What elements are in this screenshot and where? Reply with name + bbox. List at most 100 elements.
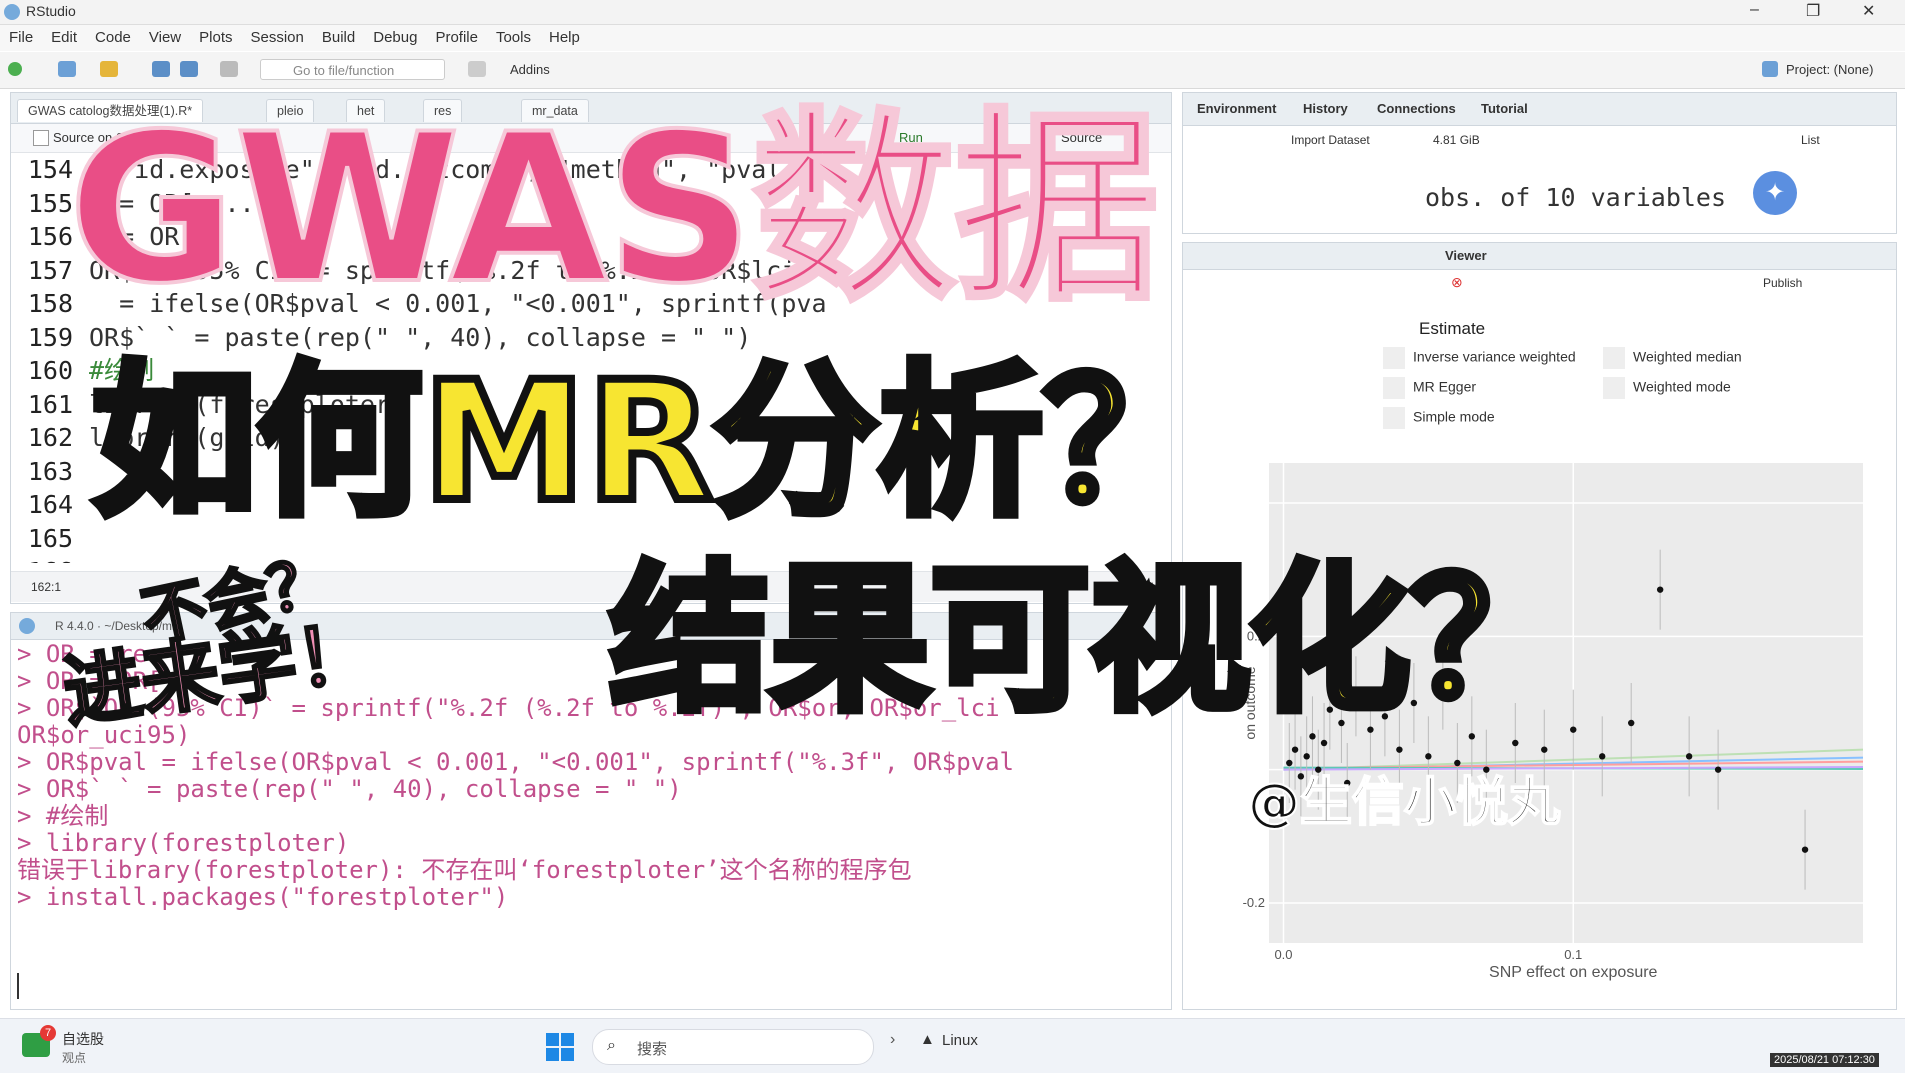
overlay-title: GWAS数据 (66, 91, 1161, 329)
clear-viewer-icon[interactable]: ⊗ (1451, 274, 1463, 291)
line-number: 164 (27, 490, 73, 519)
menu-edit[interactable]: Edit (42, 25, 86, 46)
legend-item: Simple mode (1383, 407, 1495, 429)
x-tick-label: 0.0 (1274, 947, 1292, 962)
menu-file[interactable]: File (0, 25, 42, 46)
tab-viewer[interactable]: Viewer (1445, 248, 1487, 263)
project-icon (1762, 61, 1778, 77)
environment-pane: Environment History Connections Tutorial… (1182, 92, 1897, 234)
code-line[interactable]: 166 (11, 555, 89, 563)
data-point (1396, 746, 1403, 753)
menu-build[interactable]: Build (313, 25, 364, 46)
publish-button[interactable]: Publish (1763, 276, 1802, 290)
new-project-icon[interactable] (58, 61, 76, 77)
menu-plots[interactable]: Plots (190, 25, 241, 46)
close-button[interactable]: ✕ (1862, 1, 1875, 21)
linux-label[interactable]: Linux (942, 1032, 978, 1049)
search-icon: ⌕ (607, 1037, 616, 1054)
data-point (1627, 719, 1635, 727)
rstudio-logo-icon (4, 4, 20, 20)
stock-app-sub: 观点 (62, 1051, 87, 1065)
taskbar-search[interactable]: ⌕ 搜索 (592, 1029, 874, 1065)
legend-label: Weighted median (1633, 348, 1742, 365)
console-line: > OR$pval = ifelse(OR$pval < 0.001, "<0.… (17, 748, 1014, 776)
main-toolbar: Go to file/function Addins Project: (Non… (0, 52, 1905, 89)
data-point (1599, 753, 1606, 760)
legend-item: Weighted mode (1603, 377, 1731, 399)
tab-environment[interactable]: Environment (1197, 101, 1276, 116)
stock-app-name[interactable]: 自选股 (62, 1029, 104, 1049)
new-file-icon[interactable] (8, 62, 22, 76)
legend-swatch (1603, 347, 1625, 369)
windows-start-icon[interactable] (546, 1033, 574, 1061)
linux-icon[interactable]: ▲ (920, 1031, 935, 1048)
open-file-icon[interactable] (100, 61, 118, 77)
legend-swatch (1383, 377, 1405, 399)
line-number: 156 (27, 222, 73, 251)
legend-item: Weighted median (1603, 347, 1742, 369)
overlay-question-1: 如何MR分析？ (88, 346, 1212, 538)
line-number: 159 (27, 322, 73, 352)
y-tick-label: -0.2 (1243, 895, 1265, 910)
menu-profile[interactable]: Profile (426, 25, 487, 46)
menu-help[interactable]: Help (540, 25, 589, 46)
import-dataset-button[interactable]: Import Dataset (1291, 133, 1370, 147)
overlay-watermark: @生信小悦丸 (1247, 772, 1561, 834)
print-icon[interactable] (220, 61, 238, 77)
menu-tools[interactable]: Tools (487, 25, 540, 46)
data-point (1714, 766, 1722, 773)
clock: 2025/08/21 07:12:30 (1770, 1053, 1879, 1067)
console-line: > OR$` ` = paste(rep(" ", 40), collapse … (17, 775, 682, 803)
maximize-button[interactable]: ❐ (1806, 1, 1820, 21)
data-point (1570, 726, 1577, 733)
tab-history[interactable]: History (1303, 101, 1348, 116)
window-title: RStudio (26, 3, 76, 19)
legend-label: Simple mode (1413, 408, 1495, 425)
float-bird-icon[interactable]: ✦ (1753, 171, 1797, 215)
grid-icon[interactable] (468, 61, 486, 77)
code-line[interactable]: 164 (11, 488, 89, 522)
legend-swatch (1383, 407, 1405, 429)
tab-tutorial[interactable]: Tutorial (1481, 101, 1528, 116)
data-point (1425, 753, 1432, 760)
legend-swatch (1383, 347, 1405, 369)
goto-file-input[interactable]: Go to file/function (260, 59, 445, 80)
line-number: 166 (11, 555, 73, 563)
list-view-button[interactable]: List (1801, 133, 1820, 147)
overlay-question-2: 结果可视化？ (606, 546, 1574, 733)
minimize-button[interactable]: – (1750, 1, 1759, 19)
menu-view[interactable]: View (140, 25, 190, 46)
data-point (1656, 586, 1664, 593)
data-point (1468, 733, 1476, 740)
memory-usage[interactable]: 4.81 GiB (1433, 133, 1480, 147)
title-bar: RStudio – ❐ ✕ (0, 0, 1905, 25)
addins-menu[interactable]: Addins (510, 62, 550, 77)
viewer-toolbar: ⊗ Publish (1183, 270, 1896, 296)
plot-legend: Inverse variance weighted Weighted median… (1383, 347, 1803, 429)
line-number: 157 (27, 255, 73, 285)
data-point (1291, 746, 1299, 753)
env-toolbar: Import Dataset 4.81 GiB List (1183, 126, 1896, 154)
cursor-position: 162:1 (31, 580, 62, 594)
menu-session[interactable]: Session (242, 25, 313, 46)
save-all-icon[interactable] (180, 61, 198, 77)
code-line[interactable]: 163 (11, 455, 89, 489)
code-line[interactable]: 165 (11, 522, 89, 556)
data-point (1320, 739, 1328, 747)
line-number: 163 (27, 456, 73, 486)
save-icon[interactable] (152, 61, 170, 77)
project-menu[interactable]: Project: (None) (1786, 62, 1873, 77)
line-number: 155 (27, 188, 73, 218)
menu-debug[interactable]: Debug (364, 25, 426, 46)
data-point (1801, 846, 1809, 853)
data-point (1303, 753, 1310, 760)
search-placeholder: 搜索 (637, 1041, 668, 1058)
menu-bar: File Edit Code View Plots Session Build Debug Pr… (0, 25, 1905, 51)
legend-item: MR Egger (1383, 377, 1476, 399)
line-number: 162 (27, 423, 73, 452)
console-line: 错误于library(forestploter): 不存在叫‘forestplo… (17, 856, 912, 884)
chevron-right-icon[interactable]: › (890, 1031, 895, 1049)
source-on-save-checkbox[interactable] (33, 130, 49, 146)
menu-code[interactable]: Code (86, 25, 140, 46)
tab-connections[interactable]: Connections (1377, 101, 1456, 116)
